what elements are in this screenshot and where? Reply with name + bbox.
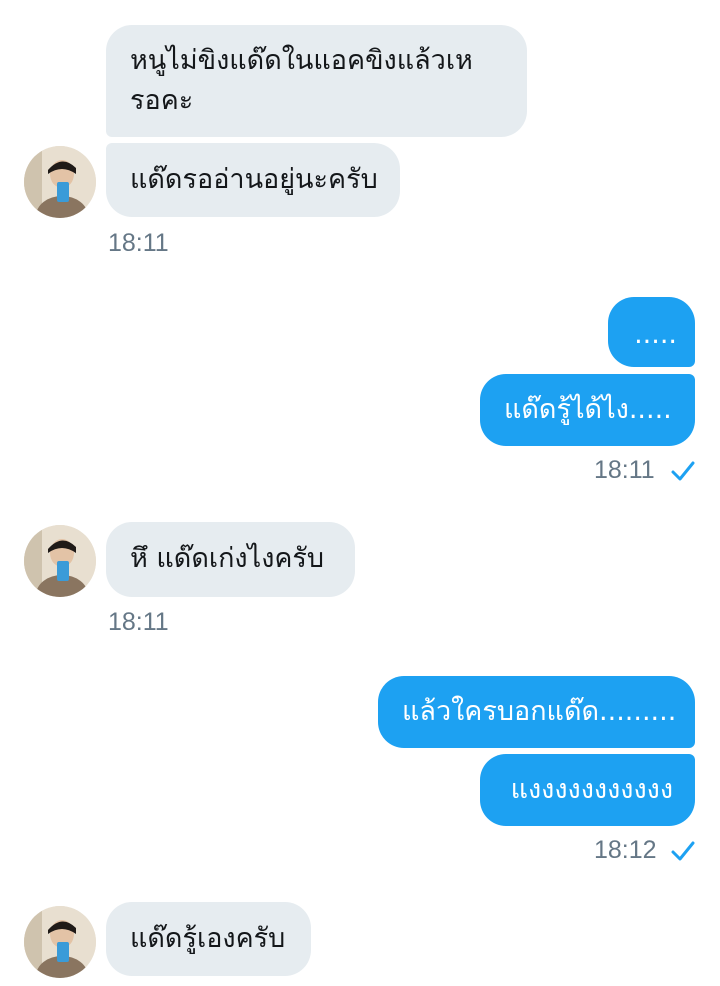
user-avatar[interactable] [24,525,96,597]
avatar-image [24,146,96,218]
message-timestamp: 18:12 [594,836,657,864]
message-text: แด๊ดรออ่านอยู่นะครับ [130,164,378,195]
message-text-line: หนูไม่ขิงแด๊ดในแอคขิงแล้วเห [130,45,473,76]
message-timestamp: 18:11 [108,229,169,257]
outgoing-message-bubble[interactable]: แงงงงงงงงงงง [480,754,695,826]
message-text: แงงงงงงงงงงง [510,774,673,805]
checkmark-icon [671,461,695,481]
outgoing-message-bubble[interactable]: ..... [608,297,695,367]
message-text: แด๊ดรู้ได้ไง..... [504,394,672,425]
message-text: ..... [634,319,677,350]
outgoing-message-bubble[interactable]: แด๊ดรู้ได้ไง..... [480,374,695,446]
incoming-message-bubble[interactable]: แด๊ดรู้เองครับ [106,902,311,976]
user-avatar[interactable] [24,146,96,218]
avatar-image [24,906,96,978]
avatar-image [24,525,96,597]
message-text: แล้วใครบอกแด๊ด......... [402,696,677,727]
user-avatar[interactable] [24,906,96,978]
message-timestamp: 18:11 [108,608,169,636]
message-text-line: รอคะ [130,85,194,116]
message-timestamp: 18:11 [594,456,655,484]
checkmark-icon [671,841,695,861]
outgoing-message-bubble[interactable]: แล้วใครบอกแด๊ด......... [378,676,695,748]
message-text: แด๊ดรู้เองครับ [130,923,286,954]
incoming-message-bubble[interactable]: หนูไม่ขิงแด๊ดในแอคขิงแล้วเห รอคะ [106,25,527,137]
message-text: หึ แด๊ดเก่งไงครับ [130,543,325,574]
incoming-message-bubble[interactable]: หึ แด๊ดเก่งไงครับ [106,522,355,597]
incoming-message-bubble[interactable]: แด๊ดรออ่านอยู่นะครับ [106,143,400,217]
